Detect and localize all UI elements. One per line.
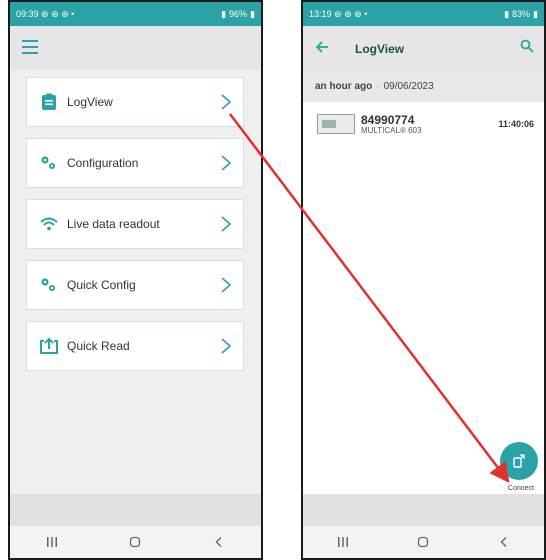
menu-label-live-data-readout: Live data readout [67,217,160,231]
upload-icon [39,336,59,356]
system-nav-bar [10,526,261,558]
chevron-right-icon [221,338,232,354]
group-date: 09/06/2023 [383,80,434,92]
menu-item-live-data-readout[interactable]: Live data readout [26,199,244,249]
chevron-right-icon [221,216,232,232]
menu-item-quick-config[interactable]: Quick Config [26,260,244,310]
battery-icon: ▮ [250,8,255,19]
group-relative-time: an hour ago [315,80,373,92]
back-nav-icon[interactable] [497,535,511,549]
back-nav-icon[interactable] [212,535,226,549]
recent-apps-icon[interactable] [336,535,350,549]
menu-item-quick-read[interactable]: Quick Read [26,321,244,371]
app-bar [10,26,261,70]
status-icons: ⊛ ⊛ ⊛ • [41,8,75,19]
chevron-right-icon [221,277,232,293]
chevron-right-icon [221,155,232,171]
chevron-right-icon [221,94,232,110]
battery-percent: 83% [512,9,531,19]
status-bar: 09:39 ⊛ ⊛ ⊛ • ▮ 96% ▮ [10,2,261,26]
system-nav-bar [303,526,544,558]
home-icon[interactable] [128,535,142,549]
connect-icon [513,454,525,468]
wifi-icon [39,214,59,234]
recent-apps-icon[interactable] [45,535,59,549]
home-screen: 09:39 ⊛ ⊛ ⊛ • ▮ 96% ▮ LogView Configurat… [8,0,263,560]
status-time: 13:19 [309,8,332,19]
menu-label-configuration: Configuration [67,156,139,170]
gears-icon [39,275,59,295]
meter-device-icon [317,114,355,134]
connect-label: Connect [507,485,534,492]
back-arrow-icon[interactable] [315,40,329,54]
hamburger-menu-icon[interactable] [22,40,38,54]
menu-label-quick-config: Quick Config [67,278,136,292]
connect-button[interactable] [500,442,538,480]
log-group-header: an hour ago · 09/06/2023 [303,70,544,102]
status-bar: 13:19 ⊛ ⊛ ⊛ • ▮ 83% ▮ [303,2,544,26]
gears-icon [39,153,59,173]
group-separator: · [376,80,380,92]
status-time: 09:39 [16,8,39,19]
bottom-strip [10,494,261,526]
bottom-strip [303,494,544,526]
meter-timestamp: 11:40:06 [498,119,534,129]
menu-item-configuration[interactable]: Configuration [26,138,244,188]
home-icon[interactable] [416,535,430,549]
search-icon[interactable] [520,39,534,53]
battery-percent: 96% [229,9,248,19]
clipboard-icon [39,92,59,112]
menu-item-logview[interactable]: LogView [26,77,244,127]
logview-screen: 13:19 ⊛ ⊛ ⊛ • ▮ 83% ▮ LogView an hour ag… [301,0,546,560]
status-icons: ⊛ ⊛ ⊛ • [334,8,368,19]
log-list-item[interactable]: 84990774 MULTICAL® 603 11:40:06 [303,106,544,142]
battery-icon: ▮ [533,8,538,19]
app-bar: LogView [303,26,544,70]
signal-icon: ▮ [221,8,227,19]
signal-icon: ▮ [504,8,510,19]
menu-label-logview: LogView [67,95,113,109]
meter-id: 84990774 [361,112,415,127]
page-title: LogView [355,42,405,56]
menu-label-quick-read: Quick Read [67,339,130,353]
meter-model: MULTICAL® 603 [361,125,422,135]
